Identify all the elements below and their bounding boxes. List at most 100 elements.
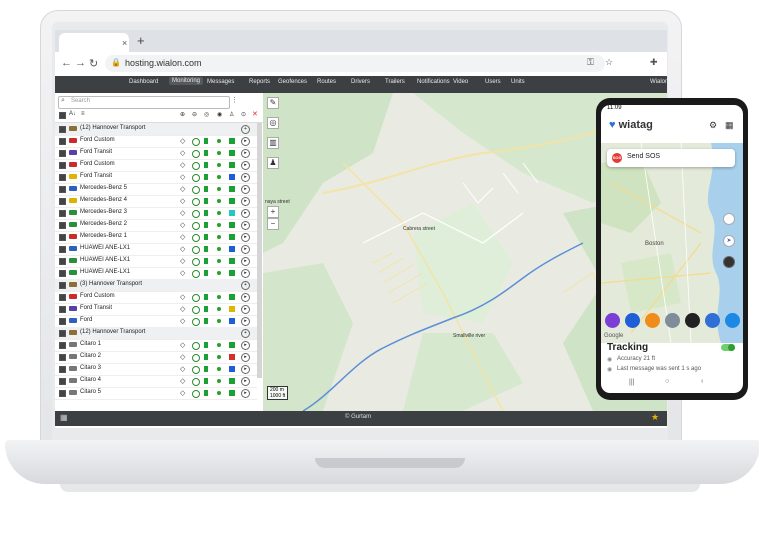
- key-icon[interactable]: ⚿: [587, 57, 594, 68]
- command-icon[interactable]: ▸: [241, 389, 250, 398]
- row-checkbox[interactable]: [59, 198, 66, 205]
- row-checkbox[interactable]: [59, 378, 66, 385]
- locate-unit-icon[interactable]: ◇: [180, 245, 185, 253]
- expand-icon[interactable]: +: [241, 281, 250, 290]
- command-icon[interactable]: ▸: [241, 341, 250, 350]
- menu-dots-icon[interactable]: ⋮: [231, 96, 238, 104]
- command-icon[interactable]: ▸: [241, 173, 250, 182]
- row-checkbox[interactable]: [59, 342, 66, 349]
- locate-unit-icon[interactable]: ◇: [180, 341, 185, 349]
- map-locate-button[interactable]: ◎: [267, 117, 279, 129]
- locate-unit-icon[interactable]: ◇: [180, 365, 185, 373]
- row-checkbox[interactable]: [59, 246, 66, 253]
- new-tab-icon[interactable]: +: [137, 33, 145, 48]
- row-checkbox[interactable]: [59, 234, 66, 241]
- command-icon[interactable]: ▸: [241, 377, 250, 386]
- row-checkbox[interactable]: [59, 210, 66, 217]
- row-checkbox[interactable]: [59, 270, 66, 277]
- nav-item-users[interactable]: Users: [485, 79, 501, 85]
- command-icon[interactable]: ▸: [241, 305, 250, 314]
- driver-icon[interactable]: ♙: [229, 111, 234, 118]
- locate-unit-icon[interactable]: ◇: [180, 269, 185, 277]
- layers-button[interactable]: [723, 213, 735, 225]
- nav-item-monitoring[interactable]: Monitoring: [169, 77, 204, 85]
- back-icon[interactable]: ←: [61, 57, 72, 69]
- recent-apps-icon[interactable]: |||: [629, 379, 634, 386]
- unit-row[interactable]: Citaro 5 ◇ ▸: [55, 387, 257, 400]
- map-person-button[interactable]: ♟: [267, 157, 279, 169]
- row-checkbox[interactable]: [59, 138, 66, 145]
- extensions-icon[interactable]: ✚: [650, 57, 658, 68]
- scrollbar[interactable]: [257, 123, 262, 378]
- tile-extra[interactable]: [725, 313, 740, 328]
- row-checkbox[interactable]: [59, 330, 66, 337]
- locate-unit-icon[interactable]: ◇: [180, 185, 185, 193]
- zoom-out-button[interactable]: −: [267, 218, 279, 230]
- locate-unit-icon[interactable]: ◇: [180, 137, 185, 145]
- row-checkbox[interactable]: [59, 174, 66, 181]
- row-checkbox[interactable]: [59, 222, 66, 229]
- locate-unit-icon[interactable]: ◇: [180, 173, 185, 181]
- nav-item-routes[interactable]: Routes: [317, 79, 336, 85]
- zoom-in-button[interactable]: +: [267, 206, 279, 218]
- star-icon[interactable]: ☆: [605, 57, 613, 68]
- sort-icon[interactable]: A↓: [69, 111, 76, 117]
- row-checkbox[interactable]: [59, 150, 66, 157]
- locate-unit-icon[interactable]: ◇: [180, 257, 185, 265]
- address-bar[interactable]: 🔒 hosting.wialon.com: [105, 55, 605, 72]
- locate-unit-icon[interactable]: ◇: [180, 149, 185, 157]
- row-checkbox[interactable]: [59, 390, 66, 397]
- sensor-icon[interactable]: ◉: [217, 111, 222, 118]
- map-tools-button[interactable]: ▥: [267, 137, 279, 149]
- locate-unit-icon[interactable]: ◇: [180, 353, 185, 361]
- row-checkbox[interactable]: [59, 258, 66, 265]
- command-icon[interactable]: ▸: [241, 365, 250, 374]
- select-all-checkbox[interactable]: [59, 112, 66, 119]
- row-checkbox[interactable]: [59, 306, 66, 313]
- filter-icon[interactable]: ≡: [81, 111, 85, 117]
- close-tab-icon[interactable]: ×: [122, 38, 127, 48]
- command-icon[interactable]: ▸: [241, 221, 250, 230]
- locate-icon[interactable]: ⊕: [180, 111, 185, 118]
- command-icon[interactable]: ▸: [241, 149, 250, 158]
- command-icon[interactable]: ▸: [241, 185, 250, 194]
- expand-icon[interactable]: +: [241, 329, 250, 338]
- map-layers-button[interactable]: ✎: [267, 97, 279, 109]
- tile-note[interactable]: [665, 313, 680, 328]
- nav-item-units[interactable]: Units: [511, 79, 525, 85]
- commands-icon[interactable]: ⊙: [241, 111, 246, 118]
- delete-icon[interactable]: ✕: [252, 110, 258, 118]
- row-checkbox[interactable]: [59, 162, 66, 169]
- command-icon[interactable]: ▸: [241, 209, 250, 218]
- reload-icon[interactable]: ↻: [89, 57, 98, 70]
- browser-tab[interactable]: ×: [59, 33, 129, 52]
- row-checkbox[interactable]: [59, 354, 66, 361]
- row-checkbox[interactable]: [59, 126, 66, 133]
- row-checkbox[interactable]: [59, 366, 66, 373]
- row-checkbox[interactable]: [59, 282, 66, 289]
- expand-icon[interactable]: +: [241, 125, 250, 134]
- sos-bar[interactable]: SOS Send SOS: [607, 149, 735, 167]
- locate-unit-icon[interactable]: ◇: [180, 317, 185, 325]
- connection-icon[interactable]: ⊖: [192, 111, 197, 118]
- nav-item-messages[interactable]: Messages: [207, 79, 234, 85]
- command-icon[interactable]: ▸: [241, 353, 250, 362]
- back-nav-icon[interactable]: ‹: [701, 378, 703, 385]
- command-icon[interactable]: ▸: [241, 269, 250, 278]
- tile-chat[interactable]: [625, 313, 640, 328]
- command-icon[interactable]: ▸: [241, 245, 250, 254]
- row-checkbox[interactable]: [59, 186, 66, 193]
- home-icon[interactable]: ○: [665, 378, 669, 385]
- tracking-toggle[interactable]: [721, 344, 735, 351]
- command-icon[interactable]: ▸: [241, 317, 250, 326]
- locate-unit-icon[interactable]: ◇: [180, 197, 185, 205]
- locate-unit-icon[interactable]: ◇: [180, 305, 185, 313]
- nav-item-reports[interactable]: Reports: [249, 79, 270, 85]
- locate-unit-icon[interactable]: ◇: [180, 233, 185, 241]
- row-checkbox[interactable]: [59, 318, 66, 325]
- command-icon[interactable]: ▸: [241, 233, 250, 242]
- motion-icon[interactable]: ◎: [204, 111, 209, 118]
- nav-item-drivers[interactable]: Drivers: [351, 79, 370, 85]
- nav-item-video[interactable]: Video: [453, 79, 468, 85]
- search-input[interactable]: ⌕ Search: [58, 96, 230, 109]
